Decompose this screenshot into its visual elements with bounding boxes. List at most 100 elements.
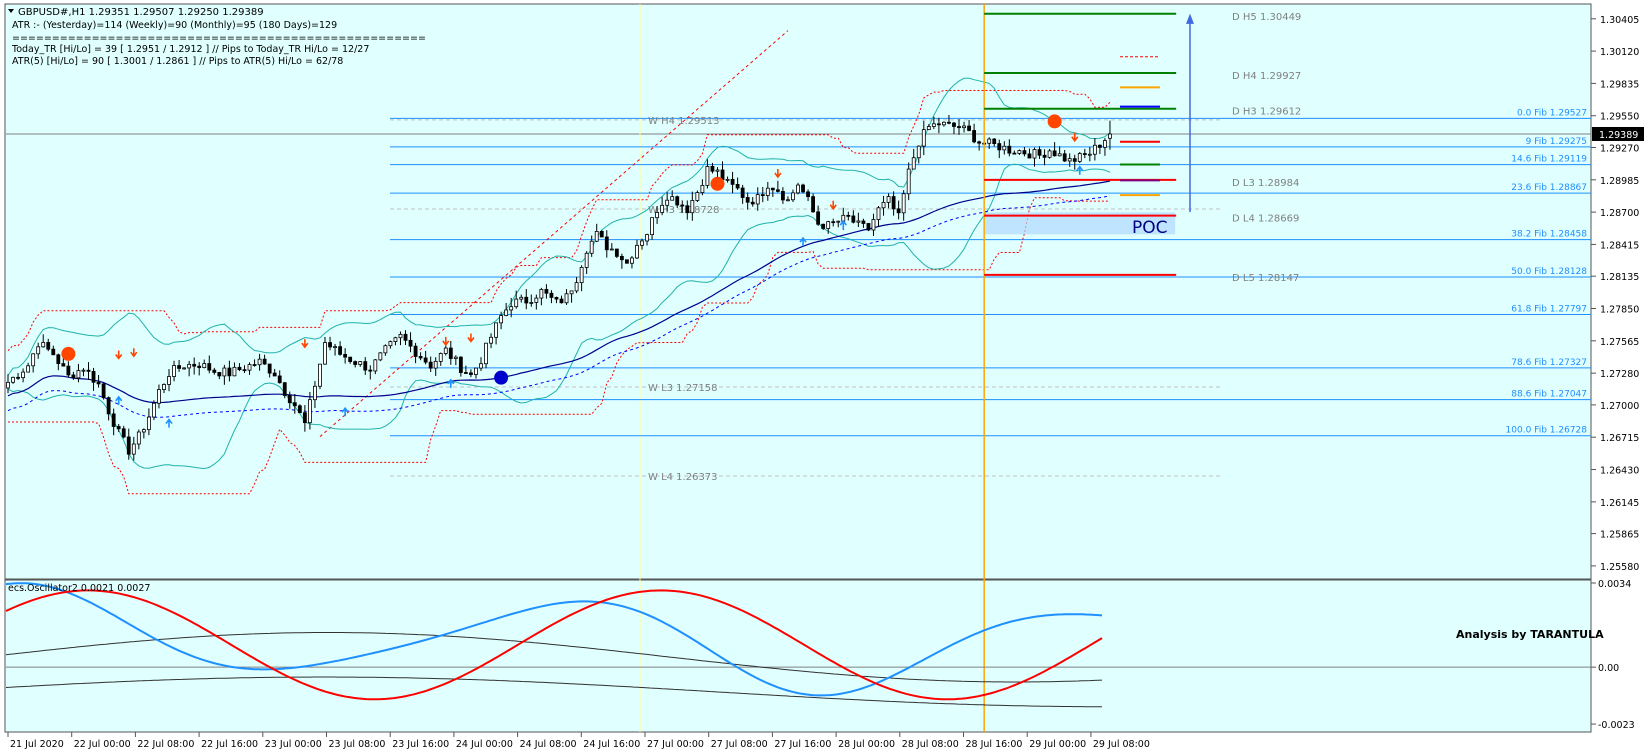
candle-body: [31, 353, 36, 367]
atr-summary: ATR :- (Yesterday)=114 (Weekly)=90 (Mont…: [12, 20, 337, 31]
candle-body: [358, 361, 363, 365]
candle-body: [398, 333, 403, 339]
daily-pivot-label: D H5 1.30449: [1232, 12, 1301, 23]
candle-body: [333, 346, 337, 349]
fib-label: 14.6 Fib 1.29119: [1511, 155, 1587, 165]
atr5-range: ATR(5) [Hi/Lo] = 90 [ 1.3001 / 1.2861 ] …: [12, 56, 343, 67]
candle-body: [463, 372, 468, 374]
candle-body: [302, 412, 307, 424]
candle-body: [247, 364, 252, 371]
candle-body: [685, 205, 690, 214]
candle-body: [690, 200, 695, 214]
candle-body: [423, 357, 428, 363]
candle-body: [292, 402, 297, 407]
fib-label: 0.0 Fib 1.29527: [1517, 108, 1587, 118]
candle-body: [489, 336, 493, 344]
candle-body: [499, 315, 504, 324]
candle-body: [564, 293, 569, 304]
candle-body: [318, 363, 322, 387]
candle-body: [831, 221, 836, 224]
time-axis-label: 27 Jul 16:00: [774, 739, 831, 750]
candle-body: [297, 405, 302, 414]
candle-body: [796, 184, 800, 194]
price-axis-label: 1.27000: [1600, 401, 1639, 412]
candle-body: [1027, 153, 1032, 159]
candle-body: [494, 322, 498, 338]
candle-body: [604, 236, 609, 251]
daily-pivot-label: D L5 1.28147: [1232, 273, 1299, 284]
candle-body: [408, 339, 413, 347]
price-axis-label: 1.28700: [1600, 208, 1639, 219]
candle-body: [549, 292, 554, 298]
candle-body: [1072, 158, 1077, 162]
candle-body: [6, 381, 10, 389]
candle-body: [36, 346, 41, 355]
price-axis-label: 1.28135: [1600, 272, 1639, 283]
time-axis-label: 22 Jul 08:00: [137, 739, 194, 750]
price-axis-label: 1.26715: [1600, 433, 1639, 444]
candle-body: [287, 395, 292, 404]
candle-body: [11, 376, 15, 383]
candle-body: [1052, 150, 1057, 157]
fib-label: 9 Fib 1.29275: [1526, 137, 1587, 147]
candle-body: [775, 189, 780, 192]
candle-body: [313, 385, 317, 401]
candle-body: [866, 223, 871, 231]
candle-body: [484, 342, 488, 365]
candle-body: [469, 372, 473, 375]
candle-body: [41, 342, 46, 348]
candle-body: [529, 302, 534, 304]
time-axis-label: 28 Jul 00:00: [838, 739, 895, 750]
price-axis-label: 1.29270: [1600, 143, 1639, 154]
candle-body: [413, 345, 418, 357]
candle-body: [172, 365, 176, 377]
candle-body: [1007, 145, 1012, 154]
candle-body: [277, 375, 282, 384]
candle-body: [438, 353, 443, 362]
candle-body: [146, 416, 151, 431]
candle-body: [403, 333, 408, 341]
candle-body: [116, 426, 121, 430]
time-axis-label: 29 Jul 08:00: [1093, 739, 1150, 750]
candle-body: [780, 191, 785, 201]
candle-body: [655, 212, 660, 219]
oscillator-panel[interactable]: [4, 579, 1592, 733]
price-axis-label: 1.30405: [1600, 15, 1639, 26]
candle-body: [1057, 153, 1062, 157]
candle-body: [267, 363, 272, 374]
price-axis-label: 1.28415: [1600, 240, 1639, 251]
candle-body: [614, 248, 619, 257]
signal-dot-icon: [710, 176, 725, 191]
fib-label: 100.0 Fib 1.26728: [1506, 426, 1588, 436]
candle-body: [791, 192, 795, 201]
candle-body: [479, 363, 483, 369]
weekly-pivot-label: W L3 1.27158: [648, 383, 718, 394]
candle-body: [177, 365, 181, 369]
candle-body: [665, 199, 670, 206]
candle-body: [992, 138, 997, 144]
daily-pivot-label: D H4 1.29927: [1232, 71, 1301, 82]
candle-body: [136, 431, 141, 445]
time-axis-label: 27 Jul 08:00: [711, 739, 768, 750]
candle-body: [1062, 153, 1067, 162]
main-chart-panel[interactable]: [4, 3, 1592, 580]
analysis-watermark: Analysis by TARANTULA: [1456, 628, 1604, 641]
time-axis-label: 22 Jul 16:00: [201, 739, 258, 750]
time-axis-label: 29 Jul 00:00: [1029, 739, 1086, 750]
time-axis-label: 23 Jul 16:00: [392, 739, 449, 750]
candle-body: [625, 259, 629, 264]
candle-body: [353, 361, 358, 365]
candle-body: [363, 361, 368, 371]
candle-body: [448, 347, 453, 359]
candle-body: [1067, 158, 1072, 162]
candle-body: [207, 363, 212, 371]
daily-pivot-label: D L3 1.28984: [1232, 178, 1299, 189]
candle-body: [262, 358, 267, 365]
price-axis-label: 1.26145: [1600, 498, 1639, 509]
price-axis-label: 1.29550: [1600, 112, 1639, 123]
candle-body: [544, 288, 549, 294]
candle-body: [609, 248, 614, 251]
candle-body: [242, 369, 247, 372]
candle-body: [630, 257, 634, 264]
candle-body: [182, 367, 187, 370]
